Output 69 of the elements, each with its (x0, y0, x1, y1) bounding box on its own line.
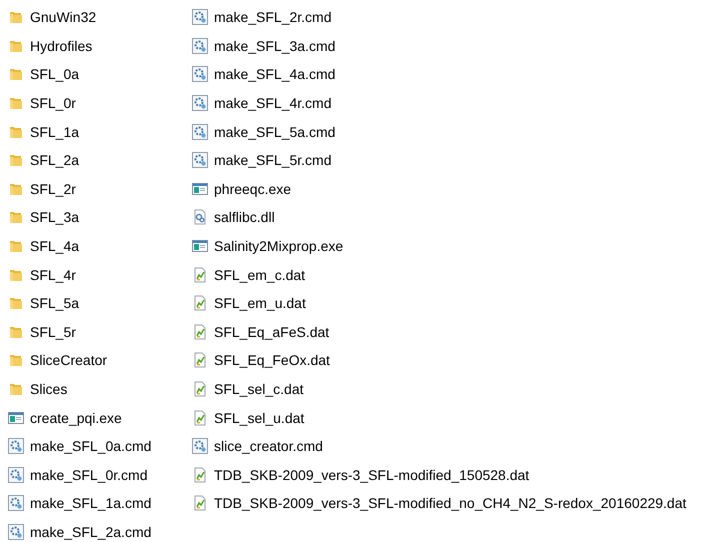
file-name[interactable]: SFL_em_u.dat (214, 296, 306, 310)
file-name[interactable]: SFL_Eq_aFeS.dat (214, 324, 330, 339)
gear-script-icon (192, 438, 208, 454)
file-name[interactable]: make_SFL_4a.cmd (214, 67, 336, 82)
file-name[interactable]: SFL_4a (30, 239, 80, 254)
gear-script-icon (192, 95, 208, 112)
file-name[interactable]: SFL_3a (30, 210, 80, 224)
document-icon (192, 381, 208, 398)
file-name[interactable]: SFL_0a (30, 67, 80, 82)
gear-script-icon (192, 9, 208, 26)
folder-icon (8, 352, 24, 368)
gear-script-icon (8, 524, 24, 540)
gear-script-icon (192, 38, 208, 54)
file-name[interactable]: make_SFL_0a.cmd (30, 439, 152, 454)
program-window-icon (192, 238, 208, 254)
folder-icon (8, 381, 24, 398)
file-name[interactable]: SFL_sel_u.dat (214, 410, 304, 425)
file-name[interactable]: Slices (30, 382, 68, 396)
file-name[interactable]: SFL_Eq_FeOx.dat (214, 353, 330, 368)
gear-file-icon (192, 209, 208, 226)
document-icon (192, 295, 208, 312)
file-name[interactable]: make_SFL_5a.cmd (214, 124, 336, 139)
gear-script-icon (192, 152, 208, 168)
program-window-icon (8, 410, 24, 426)
folder-icon (8, 9, 24, 26)
file-name[interactable]: TDB_SKB-2009_vers-3_SFL-modified_no_CH4_N2_S-redox_20160229.dat (214, 496, 686, 510)
gear-script-icon (8, 466, 24, 483)
file-name[interactable]: make_SFL_3a.cmd (214, 38, 336, 53)
file-name[interactable]: make_SFL_2a.cmd (30, 524, 152, 539)
file-name[interactable]: make_SFL_2r.cmd (214, 10, 332, 24)
file-name[interactable]: SFL_2a (30, 153, 80, 168)
folder-icon (8, 66, 24, 82)
file-name[interactable]: SFL_4r (30, 268, 76, 282)
file-name[interactable]: make_SFL_1a.cmd (30, 496, 152, 510)
file-name[interactable]: SFL_sel_c.dat (214, 382, 304, 396)
file-name[interactable]: Hydrofiles (30, 38, 92, 53)
document-icon (192, 352, 208, 368)
folder-icon (8, 95, 24, 112)
folder-icon (8, 152, 24, 168)
file-name[interactable]: SFL_2r (30, 182, 76, 196)
gear-script-icon (8, 495, 24, 512)
file-name[interactable]: salflibc.dll (214, 210, 275, 224)
file-name[interactable]: SFL_0r (30, 96, 76, 110)
file-name[interactable]: SFL_5a (30, 296, 80, 310)
file-name[interactable]: phreeqc.exe (214, 182, 292, 196)
gear-script-icon (192, 124, 208, 140)
file-name[interactable]: make_SFL_0r.cmd (30, 468, 148, 482)
program-window-icon (192, 180, 208, 197)
folder-icon (8, 209, 24, 226)
folder-icon (8, 295, 24, 312)
document-icon (192, 324, 208, 340)
file-name[interactable]: create_pqi.exe (30, 410, 122, 425)
file-name[interactable]: make_SFL_4r.cmd (214, 96, 332, 110)
document-icon (192, 466, 208, 483)
file-name[interactable]: slice_creator.cmd (214, 439, 323, 454)
file-name[interactable]: SFL_1a (30, 124, 80, 139)
document-icon (192, 410, 208, 426)
folder-icon (8, 238, 24, 254)
file-name[interactable]: TDB_SKB-2009_vers-3_SFL-modified_150528.dat (214, 468, 530, 482)
file-name[interactable]: SliceCreator (30, 353, 108, 368)
document-icon (192, 495, 208, 512)
gear-script-icon (192, 66, 208, 82)
document-icon (192, 266, 208, 283)
file-name[interactable]: GnuWin32 (30, 10, 96, 24)
gear-script-icon (8, 438, 24, 454)
file-name[interactable]: SFL_em_c.dat (214, 268, 306, 282)
file-name[interactable]: make_SFL_5r.cmd (214, 153, 332, 168)
file-name[interactable]: Salinity2Mixprop.exe (214, 239, 344, 254)
file-name[interactable]: SFL_5r (30, 324, 76, 339)
